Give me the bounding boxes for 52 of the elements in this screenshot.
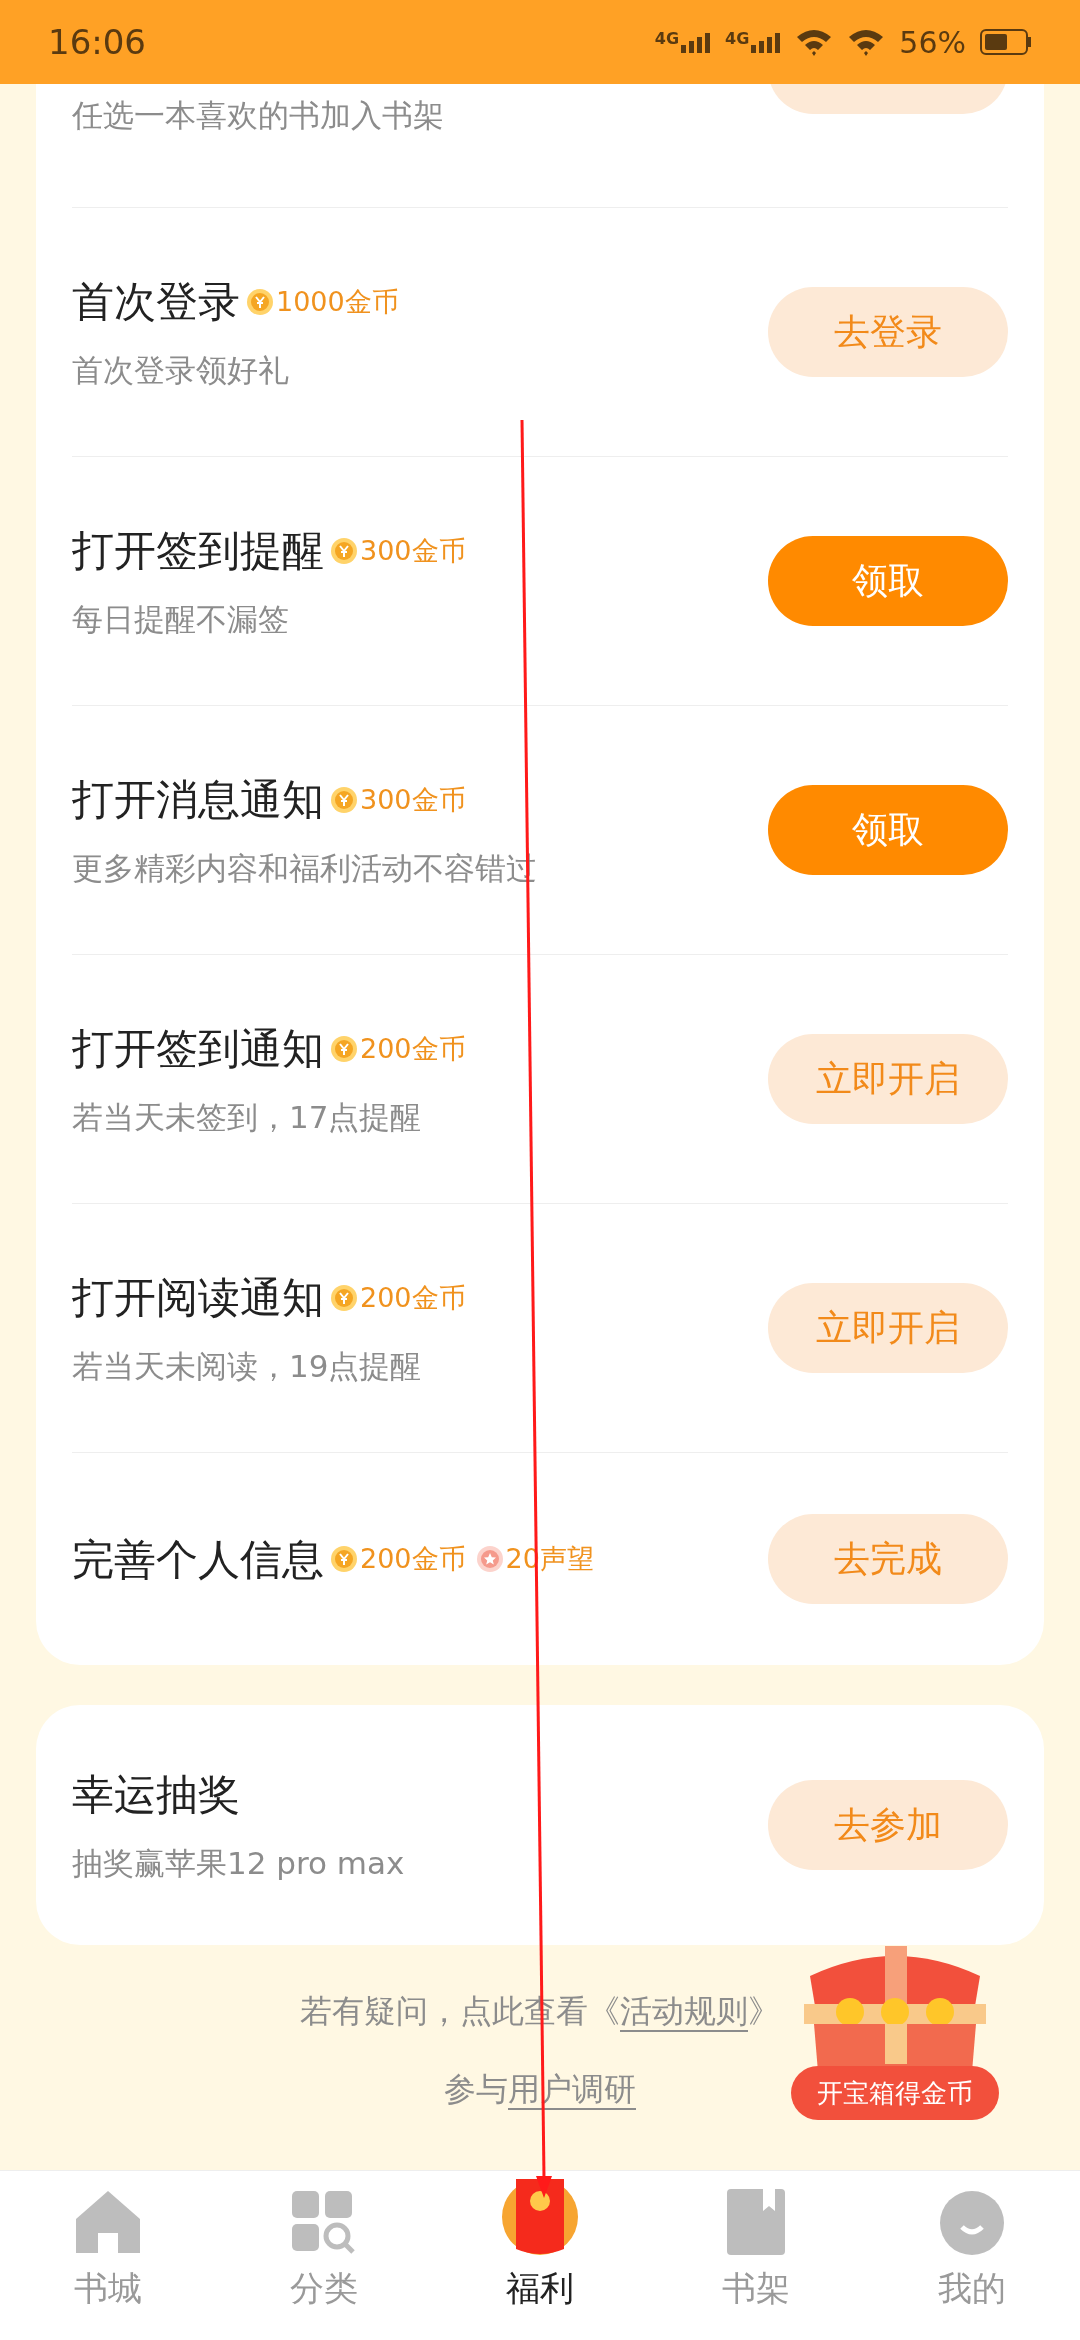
nav-tab[interactable]: 书城 — [0, 2171, 216, 2340]
wifi-icon — [795, 27, 834, 57]
rules-link[interactable]: 活动规则 — [620, 1987, 748, 2035]
status-time: 16:06 — [48, 20, 146, 64]
battery-percent: 56% — [899, 23, 966, 62]
task-description: 若当天未签到，17点提醒 — [72, 1098, 423, 1138]
reward-amount: 200金币 — [360, 1541, 466, 1576]
reward-amount: 1000金币 — [276, 284, 399, 319]
coin-icon — [330, 1545, 358, 1573]
task-button[interactable]: 去完成 — [768, 1514, 1008, 1604]
task-title: 打开阅读通知 — [72, 1272, 324, 1325]
task-title: 打开消息通知 — [72, 774, 324, 827]
nav-tab[interactable]: 分类 — [216, 2171, 432, 2340]
task-title: 打开签到提醒 — [72, 525, 324, 578]
envelope-icon — [500, 2179, 580, 2255]
home-icon — [74, 2189, 142, 2255]
coin-icon — [330, 536, 358, 565]
task-description: 任选一本喜欢的书加入书架 — [72, 96, 445, 135]
task-button[interactable]: 领取 — [768, 536, 1008, 626]
coin-icon — [246, 287, 274, 316]
treasure-chest-button[interactable]: 开宝箱得金币 — [791, 2066, 999, 2120]
nav-tab[interactable]: 福利 — [432, 2171, 648, 2340]
task-button[interactable]: 立即开启 — [768, 1034, 1008, 1124]
battery-icon — [980, 29, 1032, 55]
task-title: 打开签到通知 — [72, 1023, 324, 1076]
book-icon — [727, 2189, 785, 2255]
task-button[interactable]: 领取 — [768, 785, 1008, 875]
task-description: 每日提醒不漏签 — [72, 600, 290, 640]
star-badge-icon — [475, 1545, 504, 1573]
task-button[interactable]: 立即开启 — [768, 1283, 1008, 1373]
task-title: 完善个人信息 — [72, 1533, 324, 1586]
nav-tab[interactable]: 书架 — [648, 2171, 864, 2340]
task-button[interactable]: 去登录 — [768, 287, 1008, 377]
reward-amount: 200金币 — [360, 1280, 466, 1315]
wifi-icon — [847, 27, 886, 57]
coin-icon — [330, 1034, 358, 1063]
reward-amount: 300金币 — [360, 782, 466, 817]
help-text: 参与 — [444, 2069, 508, 2110]
grid-search-icon — [292, 2191, 356, 2255]
nav-tab[interactable]: 我的 — [864, 2171, 1080, 2340]
avatar-icon — [940, 2191, 1004, 2255]
help-text: 》 — [748, 1991, 780, 2032]
reward-amount: 300金币 — [360, 533, 466, 568]
task-description: 抽奖赢苹果12 pro max — [72, 1844, 406, 1884]
task-title: 首次登录 — [72, 276, 240, 329]
task-description: 首次登录领好礼 — [72, 351, 290, 391]
task-button[interactable]: 去参加 — [768, 1780, 1008, 1870]
task-description: 若当天未阅读，19点提醒 — [72, 1347, 423, 1387]
reward-amount: 200金币 — [360, 1031, 466, 1066]
coin-icon — [330, 1283, 358, 1312]
task-title: 幸运抽奖 — [72, 1769, 240, 1822]
coin-icon — [330, 785, 358, 814]
